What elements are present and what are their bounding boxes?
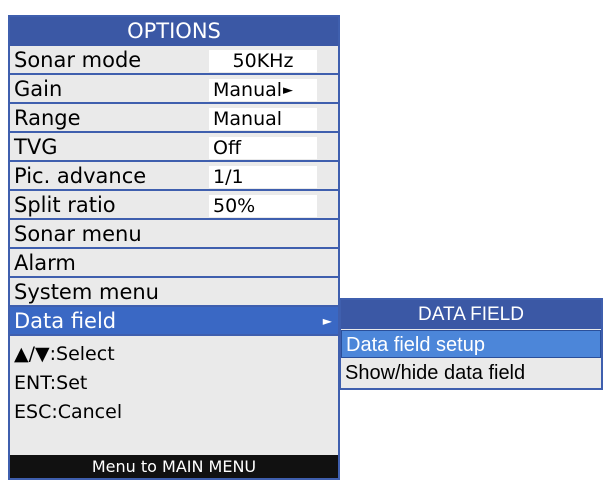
range-value[interactable]: Manual bbox=[209, 108, 317, 130]
hint-cancel: ESC:Cancel bbox=[14, 401, 123, 423]
submenu-item-show-hide-data-field[interactable]: Show/hide data field bbox=[341, 359, 601, 387]
menu-item-system-menu[interactable]: System menu bbox=[10, 278, 338, 307]
menu-item-split-ratio[interactable]: Split ratio 50% bbox=[10, 191, 338, 220]
sonar-mode-value[interactable]: 50KHz bbox=[209, 50, 317, 72]
menu-item-data-field[interactable]: Data field ► bbox=[10, 307, 338, 336]
pic-advance-value[interactable]: 1/1 bbox=[209, 166, 317, 188]
tvg-value[interactable]: Off bbox=[209, 137, 317, 159]
menu-item-sonar-menu[interactable]: Sonar menu bbox=[10, 220, 338, 249]
triangle-right-icon: ► bbox=[283, 82, 294, 98]
menu-item-tvg[interactable]: TVG Off bbox=[10, 133, 338, 162]
menu-item-label: Data field bbox=[14, 309, 117, 333]
menu-item-label: Pic. advance bbox=[14, 164, 147, 188]
submenu-item-data-field-setup[interactable]: Data field setup bbox=[341, 330, 601, 358]
menu-item-range[interactable]: Range Manual bbox=[10, 104, 338, 133]
gain-value[interactable]: Manual► bbox=[209, 79, 317, 101]
menu-item-label: Range bbox=[14, 106, 81, 130]
footer-bar: Menu to MAIN MENU bbox=[10, 455, 338, 478]
menu-item-gain[interactable]: Gain Manual► bbox=[10, 75, 338, 104]
hint-set: ENT:Set bbox=[14, 372, 88, 394]
submenu-title: DATA FIELD bbox=[341, 300, 601, 329]
menu-item-label: Sonar mode bbox=[14, 48, 142, 72]
menu-item-label: Gain bbox=[14, 77, 63, 101]
menu-item-pic-advance[interactable]: Pic. advance 1/1 bbox=[10, 162, 338, 191]
split-ratio-value[interactable]: 50% bbox=[209, 195, 317, 217]
menu-item-alarm[interactable]: Alarm bbox=[10, 249, 338, 278]
hint-select: ▲/▼:Select bbox=[14, 343, 115, 365]
gain-value-text: Manual bbox=[213, 79, 283, 101]
options-menu: OPTIONS Sonar mode 50KHz Gain Manual► Ra… bbox=[8, 15, 340, 480]
options-menu-title: OPTIONS bbox=[10, 17, 338, 46]
menu-item-label: Alarm bbox=[14, 251, 76, 275]
data-field-submenu: DATA FIELD Data field setup Show/hide da… bbox=[339, 298, 603, 390]
menu-item-label: Sonar menu bbox=[14, 222, 142, 246]
menu-item-label: System menu bbox=[14, 280, 159, 304]
triangle-right-icon: ► bbox=[322, 314, 332, 328]
menu-item-label: Split ratio bbox=[14, 193, 116, 217]
menu-item-label: TVG bbox=[14, 135, 58, 159]
menu-item-sonar-mode[interactable]: Sonar mode 50KHz bbox=[10, 46, 338, 75]
